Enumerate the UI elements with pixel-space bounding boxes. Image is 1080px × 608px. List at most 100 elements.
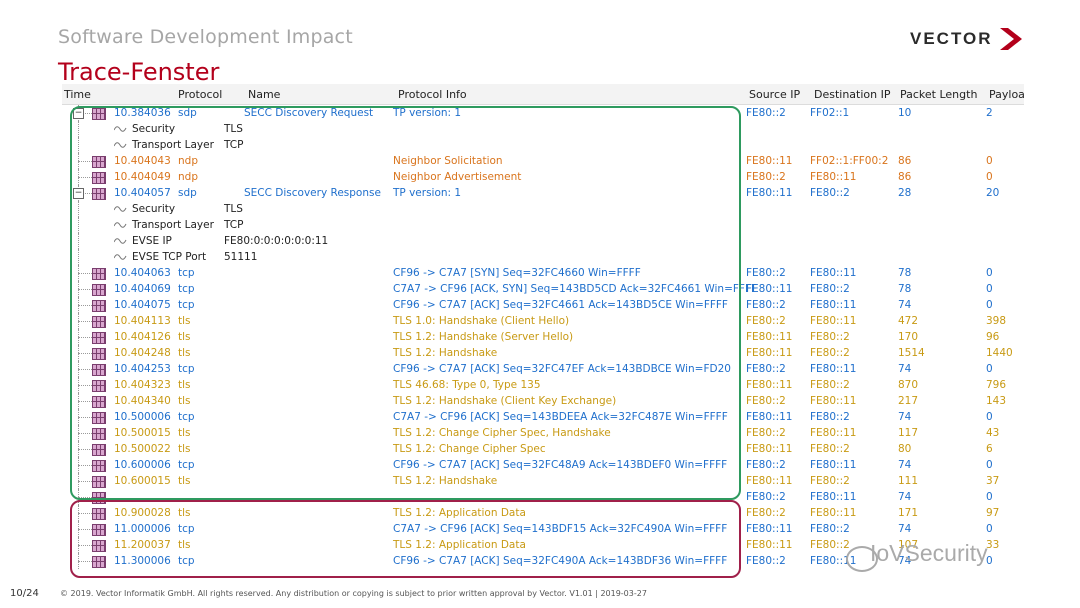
source-ip-cell: FE80::2 bbox=[746, 555, 786, 567]
packet-length-cell: 217 bbox=[898, 395, 919, 407]
packet-length-cell: 74 bbox=[898, 523, 912, 535]
column-header-protocol-info[interactable]: Protocol Info bbox=[398, 88, 467, 101]
packet-length-cell: 86 bbox=[898, 155, 912, 167]
packet-length-cell: 170 bbox=[898, 331, 919, 343]
destination-ip-cell: FE80::2 bbox=[810, 539, 850, 551]
source-ip-cell: FE80::11 bbox=[746, 475, 793, 487]
packet-length-cell: 74 bbox=[898, 363, 912, 375]
packet-length-cell: 117 bbox=[898, 427, 919, 439]
payload-cell: 97 bbox=[986, 507, 1000, 519]
source-ip-cell: FE80::11 bbox=[746, 379, 793, 391]
source-ip-cell: FE80::11 bbox=[746, 155, 793, 167]
payload-cell: 6 bbox=[986, 443, 993, 455]
destination-ip-cell: FE80::11 bbox=[810, 363, 857, 375]
destination-ip-cell: FE80::11 bbox=[810, 299, 857, 311]
source-ip-cell: FE80::2 bbox=[746, 491, 786, 503]
packet-length-cell: 10 bbox=[898, 107, 912, 119]
destination-ip-cell: FF02::1:FF00:2 bbox=[810, 155, 889, 167]
source-ip-cell: FE80::2 bbox=[746, 459, 786, 471]
payload-cell: 96 bbox=[986, 331, 1000, 343]
payload-cell: 0 bbox=[986, 411, 993, 423]
packet-length-cell: 472 bbox=[898, 315, 919, 327]
source-ip-cell: FE80::11 bbox=[746, 443, 793, 455]
packet-length-cell: 870 bbox=[898, 379, 919, 391]
source-ip-cell: FE80::11 bbox=[746, 523, 793, 535]
payload-cell: 2 bbox=[986, 107, 993, 119]
payload-cell: 0 bbox=[986, 155, 993, 167]
column-header-source-ip[interactable]: Source IP bbox=[749, 88, 800, 101]
packet-length-cell: 28 bbox=[898, 187, 912, 199]
source-ip-cell: FE80::2 bbox=[746, 395, 786, 407]
page-number: 10/24 bbox=[10, 588, 39, 599]
source-ip-cell: FE80::11 bbox=[746, 331, 793, 343]
source-ip-cell: FE80::11 bbox=[746, 347, 793, 359]
payload-cell: 0 bbox=[986, 459, 993, 471]
copyright-text: © 2019. Vector Informatik GmbH. All righ… bbox=[60, 589, 647, 598]
packet-length-cell: 74 bbox=[898, 299, 912, 311]
logo-text: VECTOR bbox=[910, 29, 993, 48]
payload-cell: 143 bbox=[986, 395, 1007, 407]
highlight-box-application-data bbox=[70, 500, 741, 578]
chevron-logo-icon bbox=[1000, 28, 1022, 50]
payload-cell: 43 bbox=[986, 427, 1000, 439]
destination-ip-cell: FE80::2 bbox=[810, 347, 850, 359]
packet-length-cell: 86 bbox=[898, 171, 912, 183]
packet-length-cell: 74 bbox=[898, 411, 912, 423]
destination-ip-cell: FE80::2 bbox=[810, 443, 850, 455]
column-header-name[interactable]: Name bbox=[248, 88, 280, 101]
payload-cell: 37 bbox=[986, 475, 1000, 487]
packet-length-cell: 171 bbox=[898, 507, 919, 519]
payload-cell: 0 bbox=[986, 283, 993, 295]
column-header-packet-length[interactable]: Packet Length bbox=[900, 88, 977, 101]
payload-cell: 1440 bbox=[986, 347, 1013, 359]
column-header-protocol[interactable]: Protocol bbox=[178, 88, 222, 101]
destination-ip-cell: FE80::11 bbox=[810, 267, 857, 279]
packet-length-cell: 74 bbox=[898, 491, 912, 503]
destination-ip-cell: FE80::11 bbox=[810, 427, 857, 439]
column-header-destination-ip[interactable]: Destination IP bbox=[814, 88, 891, 101]
destination-ip-cell: FE80::11 bbox=[810, 459, 857, 471]
destination-ip-cell: FE80::11 bbox=[810, 491, 857, 503]
destination-ip-cell: FE80::2 bbox=[810, 379, 850, 391]
source-ip-cell: FE80::2 bbox=[746, 315, 786, 327]
slide-title: Trace-Fenster bbox=[58, 58, 220, 86]
payload-cell: 0 bbox=[986, 267, 993, 279]
destination-ip-cell: FE80::11 bbox=[810, 315, 857, 327]
source-ip-cell: FE80::2 bbox=[746, 507, 786, 519]
payload-cell: 0 bbox=[986, 363, 993, 375]
payload-cell: 0 bbox=[986, 299, 993, 311]
destination-ip-cell: FF02::1 bbox=[810, 107, 850, 119]
payload-cell: 796 bbox=[986, 379, 1007, 391]
vector-logo: VECTOR bbox=[910, 26, 1025, 52]
packet-length-cell: 80 bbox=[898, 443, 912, 455]
destination-ip-cell: FE80::11 bbox=[810, 507, 857, 519]
slide-subtitle: Software Development Impact bbox=[58, 26, 353, 48]
destination-ip-cell: FE80::11 bbox=[810, 171, 857, 183]
source-ip-cell: FE80::2 bbox=[746, 267, 786, 279]
column-header-time[interactable]: Time bbox=[64, 88, 91, 101]
source-ip-cell: FE80::11 bbox=[746, 187, 793, 199]
payload-cell: 0 bbox=[986, 491, 993, 503]
packet-length-cell: 78 bbox=[898, 283, 912, 295]
destination-ip-cell: FE80::2 bbox=[810, 411, 850, 423]
packet-length-cell: 74 bbox=[898, 459, 912, 471]
column-header-payload[interactable]: Payloa bbox=[989, 88, 1024, 101]
destination-ip-cell: FE80::2 bbox=[810, 331, 850, 343]
destination-ip-cell: FE80::2 bbox=[810, 283, 850, 295]
payload-cell: 398 bbox=[986, 315, 1007, 327]
destination-ip-cell: FE80::11 bbox=[810, 395, 857, 407]
highlight-box-discovery-handshake bbox=[70, 106, 741, 500]
payload-cell: 20 bbox=[986, 187, 1000, 199]
packet-length-cell: 111 bbox=[898, 475, 919, 487]
source-ip-cell: FE80::2 bbox=[746, 107, 786, 119]
source-ip-cell: FE80::2 bbox=[746, 171, 786, 183]
destination-ip-cell: FE80::2 bbox=[810, 523, 850, 535]
payload-cell: 0 bbox=[986, 171, 993, 183]
source-ip-cell: FE80::11 bbox=[746, 411, 793, 423]
payload-cell: 33 bbox=[986, 539, 1000, 551]
table-header: Time Protocol Name Protocol Info Source … bbox=[62, 84, 1024, 105]
watermark: IoVSecurity bbox=[870, 540, 988, 566]
destination-ip-cell: FE80::2 bbox=[810, 475, 850, 487]
packet-length-cell: 1514 bbox=[898, 347, 925, 359]
packet-length-cell: 78 bbox=[898, 267, 912, 279]
